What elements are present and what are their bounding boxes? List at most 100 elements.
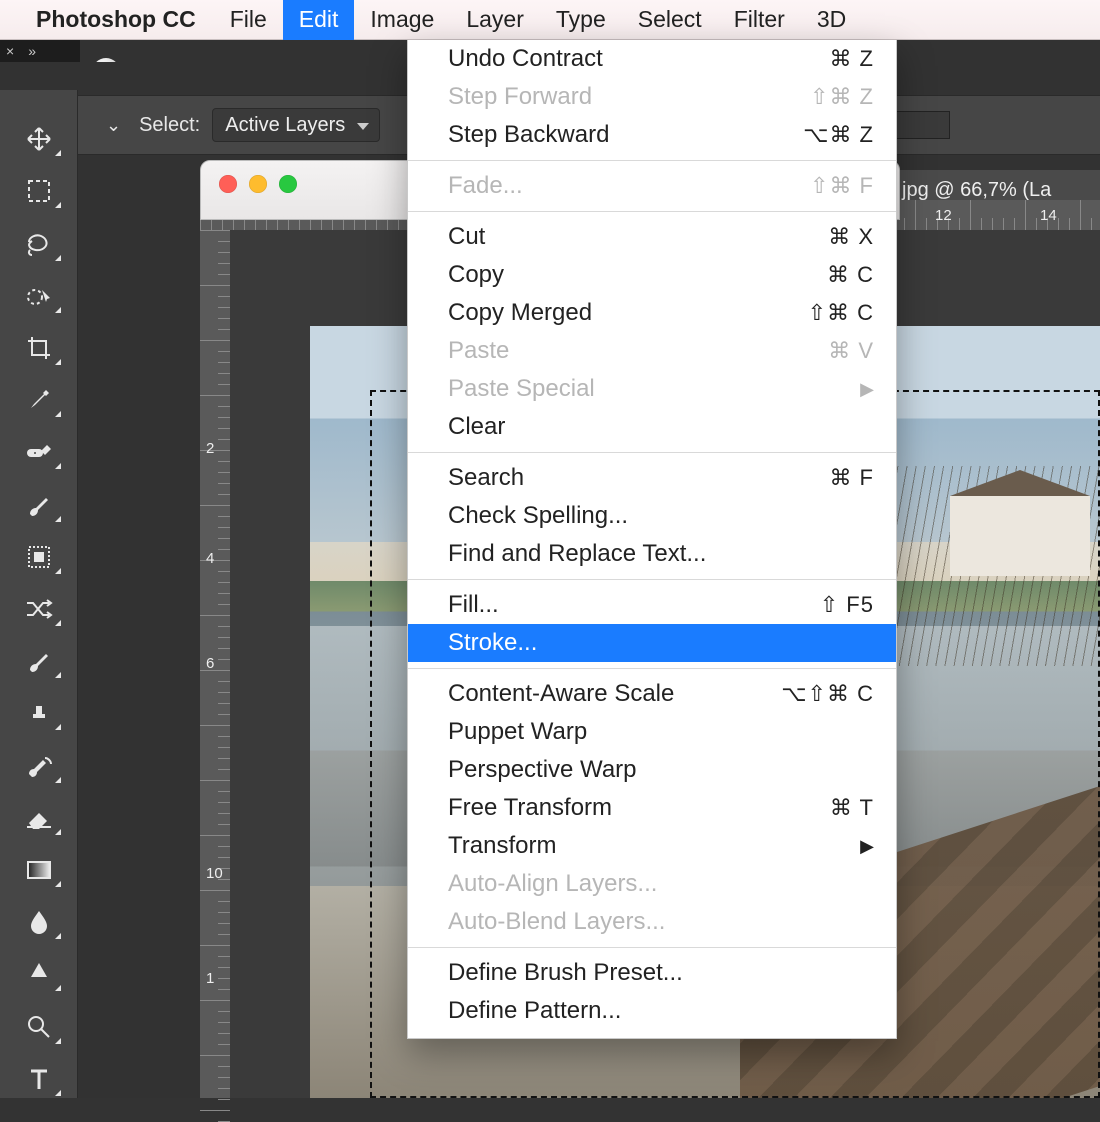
menu-item-label: Step Forward <box>448 83 592 111</box>
type-tool[interactable] <box>15 1060 63 1098</box>
menu-item-shortcut: ⇧ F5 <box>820 592 874 618</box>
menu-item-step-backward[interactable]: Step Backward⌥⌘ Z <box>408 116 896 154</box>
ruler-v-label: 6 <box>206 655 214 672</box>
menu-item-label: Auto-Align Layers... <box>448 870 657 898</box>
menu-item-fill[interactable]: Fill... ⇧ F5 <box>408 586 896 624</box>
window-zoom-icon[interactable] <box>279 175 297 193</box>
menu-item-shortcut: ⇧⌘ C <box>808 300 874 326</box>
select-layers-dropdown[interactable]: Active Layers <box>212 108 380 142</box>
menu-item-shortcut: ⌘ T <box>830 795 874 821</box>
clone-stamp-tool[interactable] <box>15 694 63 732</box>
menu-item-label: Undo Contract <box>448 45 603 73</box>
menu-item-puppet-warp[interactable]: Puppet Warp <box>408 713 896 751</box>
menu-item-clear[interactable]: Clear <box>408 408 896 446</box>
menu-item-transform[interactable]: Transform ▶ <box>408 827 896 865</box>
menu-item-shortcut: ⌘ F <box>829 465 874 491</box>
menu-item-paste-special: Paste Special▶ <box>408 370 896 408</box>
menu-item-step-forward: Step Forward ⇧⌘ Z <box>408 78 896 116</box>
menu-layer[interactable]: Layer <box>450 0 540 40</box>
menu-item-copy[interactable]: Copy ⌘ C <box>408 256 896 294</box>
menu-edit[interactable]: Edit <box>283 0 355 40</box>
menu-item-label: Copy <box>448 261 504 289</box>
brush-tool-alt[interactable] <box>15 485 63 523</box>
zoom-tool[interactable] <box>15 1007 63 1045</box>
ruler-v-label: 4 <box>206 550 214 567</box>
menu-item-label: Paste <box>448 337 509 365</box>
menu-item-content-aware-scale[interactable]: Content-Aware Scale ⌥⇧⌘ C <box>408 675 896 713</box>
close-icon[interactable]: × <box>6 43 14 59</box>
menu-file[interactable]: File <box>214 0 283 40</box>
menu-item-perspective-warp[interactable]: Perspective Warp <box>408 751 896 789</box>
history-brush-tool[interactable] <box>15 746 63 784</box>
menu-item-define-brush-preset[interactable]: Define Brush Preset... <box>408 954 896 992</box>
menu-item-label: Paste Special <box>448 375 595 403</box>
tools-panel <box>0 90 78 1098</box>
menu-item-label: Fade... <box>448 172 523 200</box>
menu-item-define-pattern[interactable]: Define Pattern... <box>408 992 896 1030</box>
blur-tool[interactable] <box>15 903 63 941</box>
menu-item-search[interactable]: Search ⌘ F <box>408 459 896 497</box>
menu-item-label: Find and Replace Text... <box>448 540 706 568</box>
spot-healing-tool[interactable] <box>15 433 63 471</box>
menu-item-free-transform[interactable]: Free Transform ⌘ T <box>408 789 896 827</box>
menu-3d[interactable]: 3D <box>801 0 862 40</box>
select-layers-value: Active Layers <box>225 114 345 137</box>
select-label: Select: <box>139 114 200 137</box>
menu-item-label: Define Pattern... <box>448 997 621 1025</box>
menu-item-label: Fill... <box>448 591 499 619</box>
menu-item-shortcut: ⌘ X <box>828 224 874 250</box>
lasso-tool[interactable] <box>15 224 63 262</box>
menu-item-label: Define Brush Preset... <box>448 959 683 987</box>
menu-item-copy-merged[interactable]: Copy Merged⇧⌘ C <box>408 294 896 332</box>
menu-item-shortcut: ⌘ Z <box>829 46 874 72</box>
ruler-vertical[interactable]: 246101 <box>200 230 230 1098</box>
menu-item-shortcut: ⌘ C <box>827 262 874 288</box>
dodge-tool[interactable] <box>15 955 63 993</box>
menu-item-label: Cut <box>448 223 485 251</box>
ruler-v-label: 2 <box>206 440 214 457</box>
menu-item-label: Clear <box>448 413 505 441</box>
submenu-arrow-icon: ▶ <box>860 836 874 857</box>
ruler-h-label: 12 <box>935 207 952 224</box>
pattern-stamp-tool[interactable] <box>15 538 63 576</box>
menu-image[interactable]: Image <box>354 0 450 40</box>
chevron-down-icon[interactable]: ⌄ <box>106 115 121 136</box>
panel-menu-icon[interactable]: » <box>28 43 36 59</box>
window-close-icon[interactable] <box>219 175 237 193</box>
window-minimize-icon[interactable] <box>249 175 267 193</box>
menu-item-auto-align-layers: Auto-Align Layers... <box>408 865 896 903</box>
menu-item-label: Free Transform <box>448 794 612 822</box>
menu-item-label: Content-Aware Scale <box>448 680 674 708</box>
eyedropper-tool[interactable] <box>15 381 63 419</box>
move-tool[interactable] <box>15 120 63 158</box>
menu-item-stroke[interactable]: Stroke... <box>408 624 896 662</box>
menu-item-cut[interactable]: Cut ⌘ X <box>408 218 896 256</box>
menu-item-find-and-replace-text[interactable]: Find and Replace Text... <box>408 535 896 573</box>
crop-tool[interactable] <box>15 329 63 367</box>
menu-select[interactable]: Select <box>622 0 718 40</box>
shuffle-tool[interactable] <box>15 590 63 628</box>
menu-filter[interactable]: Filter <box>718 0 801 40</box>
menu-item-label: Stroke... <box>448 629 537 657</box>
menu-type[interactable]: Type <box>540 0 622 40</box>
menu-item-label: Puppet Warp <box>448 718 587 746</box>
menu-item-label: Transform <box>448 832 556 860</box>
menu-item-label: Auto-Blend Layers... <box>448 908 665 936</box>
marquee-tool[interactable] <box>15 172 63 210</box>
menu-item-auto-blend-layers: Auto-Blend Layers... <box>408 903 896 941</box>
ruler-h-label: 14 <box>1040 207 1057 224</box>
quick-selection-tool[interactable] <box>15 277 63 315</box>
gradient-tool[interactable] <box>15 851 63 889</box>
menu-item-label: Search <box>448 464 524 492</box>
menu-item-paste: Paste⌘ V <box>408 332 896 370</box>
ruler-v-label: 1 <box>206 970 214 987</box>
menu-item-shortcut: ⌥⇧⌘ C <box>781 681 874 707</box>
eraser-tool[interactable] <box>15 799 63 837</box>
menu-item-undo-contract[interactable]: Undo Contract ⌘ Z <box>408 40 896 78</box>
brush-tool[interactable] <box>15 642 63 680</box>
mac-menubar: Photoshop CC FileEditImageLayerTypeSelec… <box>0 0 1100 40</box>
menu-item-check-spelling[interactable]: Check Spelling... <box>408 497 896 535</box>
panel-tabstrip: × » <box>0 40 80 62</box>
menu-item-shortcut: ⇧⌘ Z <box>810 84 874 110</box>
menu-item-label: Perspective Warp <box>448 756 637 784</box>
